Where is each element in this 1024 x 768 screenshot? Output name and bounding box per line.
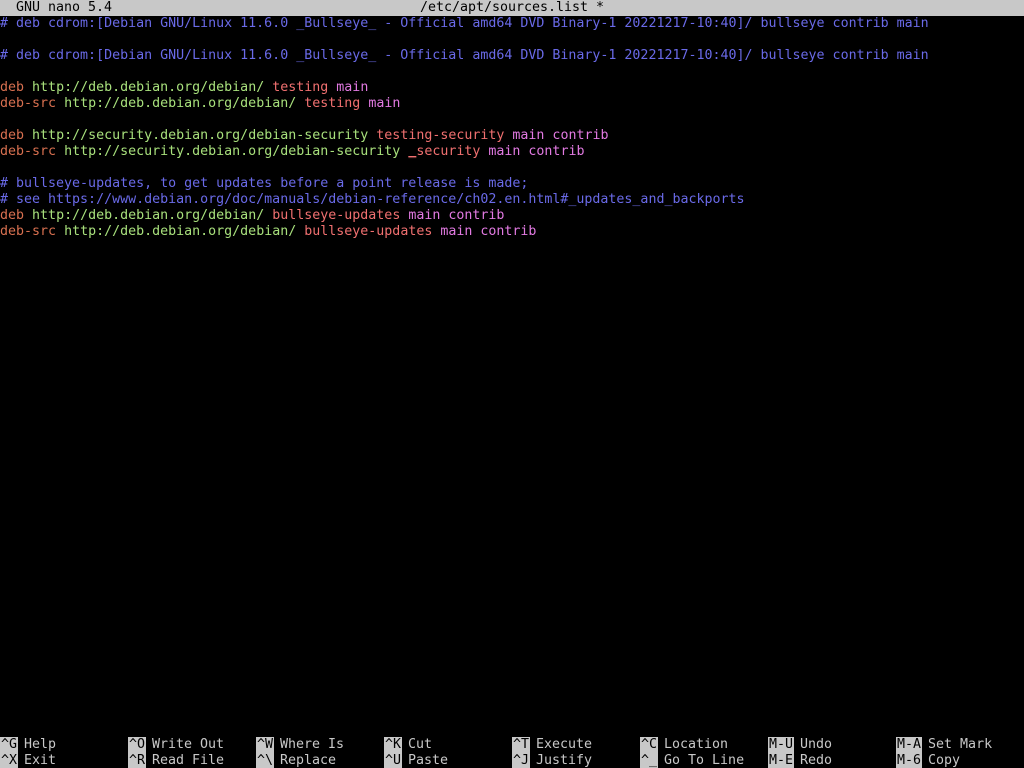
shortcut-key: ^C <box>640 737 659 753</box>
source-type: deb-src <box>0 96 57 111</box>
nano-terminal[interactable]: GNU nano 5.4 /etc/apt/sources.list * # d… <box>0 0 1024 768</box>
source-dist: security <box>416 144 481 159</box>
shortcut-label: Undo <box>800 737 833 752</box>
source-url: http://deb.debian.org/debian/ <box>64 96 297 111</box>
editor-line[interactable] <box>0 160 1024 176</box>
shortcut-help[interactable]: ^G Help <box>0 737 56 753</box>
shortcut-label: Go To Line <box>664 753 745 768</box>
editor-area[interactable]: # deb cdrom:[Debian GNU/Linux 11.6.0 _Bu… <box>0 16 1024 240</box>
editor-line[interactable] <box>0 112 1024 128</box>
shortcut-undo[interactable]: M-U Undo <box>768 737 832 753</box>
shortcut-cut[interactable]: ^K Cut <box>384 737 432 753</box>
comment-text: # deb cdrom:[Debian GNU/Linux 11.6.0 _Bu… <box>0 48 929 63</box>
shortcut-key: ^K <box>384 737 403 753</box>
shortcut-go-to-line[interactable]: ^_ Go To Line <box>640 753 744 768</box>
editor-line[interactable]: deb http://security.debian.org/debian-se… <box>0 128 1024 144</box>
title-bar: GNU nano 5.4 /etc/apt/sources.list * <box>0 0 1024 16</box>
source-dist: bullseye-updates <box>304 224 433 239</box>
source-type: deb-src <box>0 144 57 159</box>
shortcut-copy[interactable]: M-6 Copy <box>896 753 960 768</box>
source-components: main contrib <box>408 208 505 223</box>
source-type: deb <box>0 80 25 95</box>
editor-line[interactable] <box>0 32 1024 48</box>
shortcut-key: ^_ <box>640 753 659 768</box>
editor-line[interactable]: deb http://deb.debian.org/debian/ bullse… <box>0 208 1024 224</box>
source-dist: testing <box>304 96 361 111</box>
editor-line[interactable]: deb-src http://deb.debian.org/debian/ bu… <box>0 224 1024 240</box>
editor-line[interactable]: # see https://www.debian.org/doc/manuals… <box>0 192 1024 208</box>
shortcut-label: Cut <box>408 737 433 752</box>
shortcut-read-file[interactable]: ^R Read File <box>128 753 224 768</box>
shortcut-key: M-6 <box>896 753 923 768</box>
shortcut-label: Where Is <box>280 737 345 752</box>
editor-line[interactable]: deb-src http://deb.debian.org/debian/ te… <box>0 96 1024 112</box>
source-components: main <box>368 96 401 111</box>
comment-text: # bullseye-updates, to get updates befor… <box>0 176 529 191</box>
shortcut-key: ^R <box>128 753 147 768</box>
shortcut-label: Read File <box>152 753 225 768</box>
shortcut-write-out[interactable]: ^O Write Out <box>128 737 224 753</box>
shortcut-label: Exit <box>24 753 57 768</box>
shortcut-exit[interactable]: ^X Exit <box>0 753 56 768</box>
source-url: http://deb.debian.org/debian/ <box>32 208 265 223</box>
shortcut-key: ^O <box>128 737 147 753</box>
editor-line[interactable] <box>0 64 1024 80</box>
shortcut-label: Write Out <box>152 737 225 752</box>
shortcut-label: Location <box>664 737 729 752</box>
file-name: /etc/apt/sources.list * <box>419 0 605 15</box>
source-components: main contrib <box>440 224 537 239</box>
source-components: main <box>336 80 369 95</box>
shortcut-label: Redo <box>800 753 833 768</box>
shortcut-justify[interactable]: ^J Justify <box>512 753 592 768</box>
shortcut-label: Justify <box>536 753 593 768</box>
source-url: http://security.debian.org/debian-securi… <box>32 128 369 143</box>
shortcut-where-is[interactable]: ^W Where Is <box>256 737 344 753</box>
source-dist: testing-security <box>376 128 505 143</box>
source-dist: testing <box>272 80 329 95</box>
shortcut-set-mark[interactable]: M-A Set Mark <box>896 737 992 753</box>
shortcut-replace[interactable]: ^\ Replace <box>256 753 336 768</box>
shortcut-paste[interactable]: ^U Paste <box>384 753 448 768</box>
shortcut-bar: ^G Help ^X Exit ^O Write Out ^R Read File ^W… <box>0 737 1024 768</box>
source-url: http://security.debian.org/debian-securi… <box>64 144 401 159</box>
source-components: main contrib <box>512 128 609 143</box>
shortcut-key: ^X <box>0 753 19 768</box>
editor-line[interactable]: # bullseye-updates, to get updates befor… <box>0 176 1024 192</box>
shortcut-key: ^J <box>512 753 531 768</box>
editor-line[interactable]: # deb cdrom:[Debian GNU/Linux 11.6.0 _Bu… <box>0 48 1024 64</box>
shortcut-key: ^\ <box>256 753 275 768</box>
source-dist: bullseye-updates <box>272 208 401 223</box>
shortcut-key: ^U <box>384 753 403 768</box>
shortcut-key: ^G <box>0 737 19 753</box>
shortcut-label: Help <box>24 737 57 752</box>
source-type: deb <box>0 128 25 143</box>
comment-text: # see https://www.debian.org/doc/manuals… <box>0 192 745 207</box>
source-components: main contrib <box>488 144 585 159</box>
editor-line[interactable]: # deb cdrom:[Debian GNU/Linux 11.6.0 _Bu… <box>0 16 1024 32</box>
shortcut-key: M-A <box>896 737 923 753</box>
source-url: http://deb.debian.org/debian/ <box>64 224 297 239</box>
shortcut-label: Execute <box>536 737 593 752</box>
shortcut-execute[interactable]: ^T Execute <box>512 737 592 753</box>
shortcut-label: Replace <box>280 753 337 768</box>
shortcut-key: M-U <box>768 737 795 753</box>
shortcut-key: ^T <box>512 737 531 753</box>
shortcut-label: Set Mark <box>928 737 993 752</box>
shortcut-location[interactable]: ^C Location <box>640 737 728 753</box>
comment-text: # deb cdrom:[Debian GNU/Linux 11.6.0 _Bu… <box>0 16 929 31</box>
editor-line[interactable]: deb http://deb.debian.org/debian/ testin… <box>0 80 1024 96</box>
editor-line[interactable]: deb-src http://security.debian.org/debia… <box>0 144 1024 160</box>
shortcut-redo[interactable]: M-E Redo <box>768 753 832 768</box>
shortcut-label: Paste <box>408 753 449 768</box>
shortcut-key: ^W <box>256 737 275 753</box>
source-type: deb-src <box>0 224 57 239</box>
shortcut-key: M-E <box>768 753 795 768</box>
source-type: deb <box>0 208 25 223</box>
source-url: http://deb.debian.org/debian/ <box>32 80 265 95</box>
shortcut-label: Copy <box>928 753 961 768</box>
